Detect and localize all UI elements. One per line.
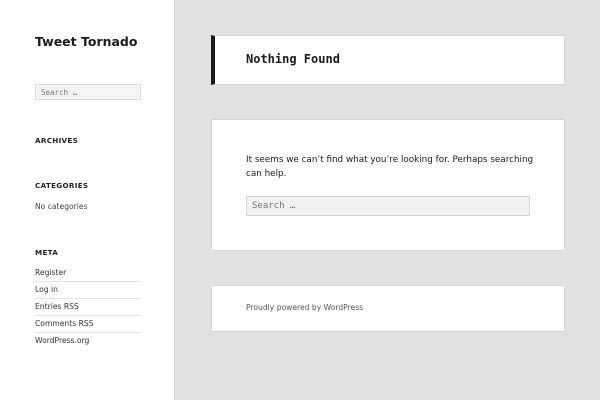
footer-credit-link[interactable]: Proudly powered by WordPress bbox=[246, 303, 363, 312]
meta-link-comments-rss[interactable]: Comments RSS bbox=[35, 316, 141, 333]
site-footer: Proudly powered by WordPress bbox=[211, 285, 565, 332]
page-header: Nothing Found bbox=[211, 35, 565, 85]
meta-link-wordpress-org[interactable]: WordPress.org bbox=[35, 333, 141, 350]
main-search-input[interactable] bbox=[246, 196, 530, 216]
meta-link-log-in[interactable]: Log in bbox=[35, 282, 141, 299]
no-categories-text: No categories bbox=[35, 202, 88, 211]
page-content: It seems we can’t find what you’re looki… bbox=[211, 119, 565, 251]
page-title: Nothing Found bbox=[246, 52, 340, 66]
sidebar-search-input[interactable] bbox=[35, 84, 141, 100]
archives-widget-title: ARCHIVES bbox=[35, 136, 79, 145]
meta-links-list: Register Log in Entries RSS Comments RSS… bbox=[35, 265, 141, 350]
not-found-message: It seems we can’t find what you’re looki… bbox=[246, 155, 534, 179]
categories-widget-title: CATEGORIES bbox=[35, 181, 89, 190]
sidebar: Tweet Tornado ARCHIVES CATEGORIES No cat… bbox=[0, 0, 175, 400]
meta-link-register[interactable]: Register bbox=[35, 265, 141, 282]
site-title[interactable]: Tweet Tornado bbox=[35, 34, 137, 49]
meta-link-entries-rss[interactable]: Entries RSS bbox=[35, 299, 141, 316]
meta-widget-title: META bbox=[35, 248, 59, 257]
